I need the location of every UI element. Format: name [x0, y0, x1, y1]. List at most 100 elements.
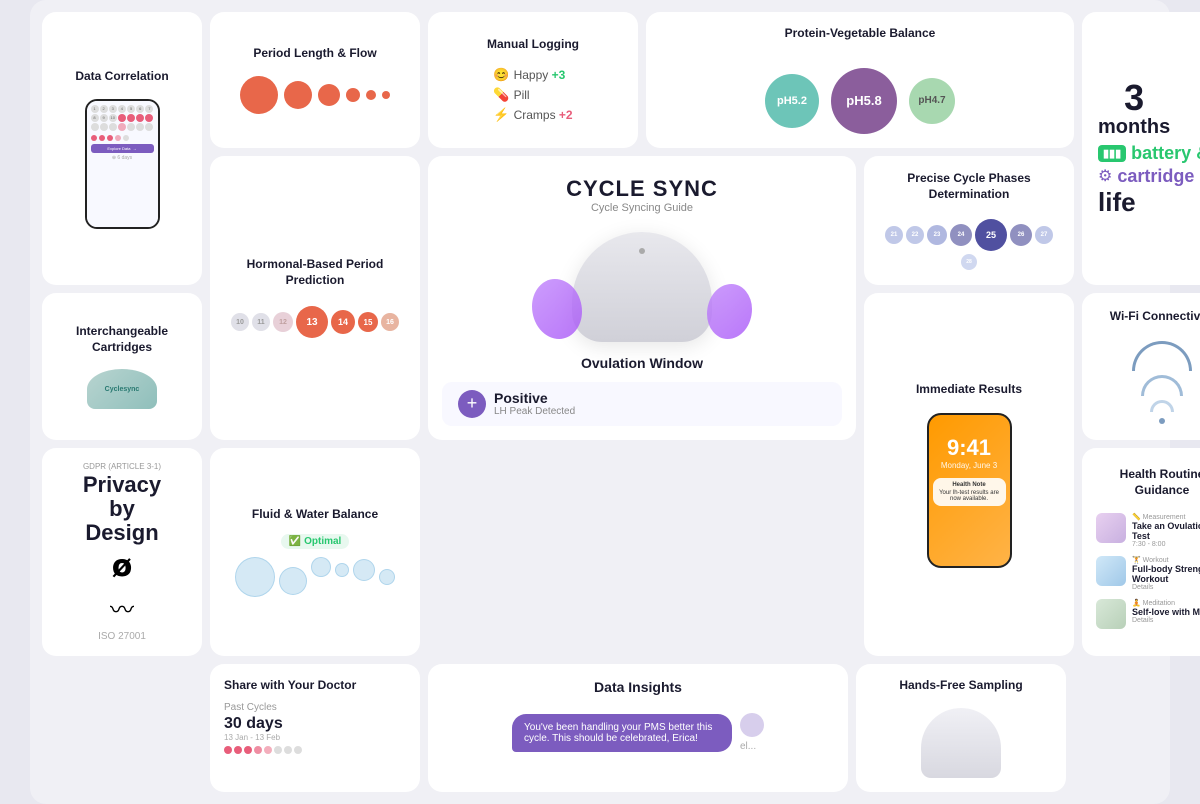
cycle-dot-16: 16 — [381, 313, 399, 331]
hands-free-title: Hands-Free Sampling — [899, 678, 1022, 694]
wifi-arcs — [1132, 341, 1192, 424]
flow-circles — [240, 76, 390, 114]
cycle-dot-10: 10 — [231, 313, 249, 331]
card-fluid: Fluid & Water Balance ✅ Optimal — [210, 448, 420, 657]
wifi-dot — [1159, 418, 1165, 424]
phase-dot-28: 28 — [961, 254, 977, 270]
insights-content: You've been handling your PMS better thi… — [442, 713, 834, 752]
ovulation-peak: LH Peak Detected — [494, 406, 575, 417]
device-shape — [572, 232, 712, 342]
log-cramps: ⚡ Cramps +2 — [493, 107, 572, 123]
flow-circle-1 — [240, 76, 278, 114]
card-data-insights: Data Insights You've been handling your … — [428, 664, 848, 792]
logging-items: 😊 Happy +3 💊 Pill ⚡ Cramps +2 — [493, 67, 572, 123]
period-flow-title: Period Length & Flow — [253, 46, 376, 62]
device-container — [542, 224, 742, 344]
phase-dots: 21 22 23 24 25 26 27 28 — [878, 219, 1060, 270]
phase-dot-26: 26 — [1010, 224, 1032, 246]
cartridge-image: Cyclesync — [87, 369, 157, 409]
cartridge-icon: ⚙ — [1098, 166, 1112, 186]
wifi-arc-1 — [1132, 341, 1192, 371]
blob-right — [707, 284, 752, 339]
card-wifi: Wi-Fi Connectivity — [1082, 293, 1200, 439]
plus-icon: + — [458, 390, 486, 418]
cartridge-row: ⚙ cartridge — [1098, 166, 1194, 187]
routine-items: 📏 Measurement Take an Ovulation Test 7:3… — [1096, 513, 1200, 637]
life-label: life — [1098, 187, 1136, 218]
insights-title: Data Insights — [594, 678, 682, 696]
ovulation-title: Ovulation Window — [442, 354, 842, 372]
explore-data-btn[interactable]: Explore Data → — [91, 144, 154, 153]
card-cycle-sync: CYCLE SYNC Cycle Syncing Guide Ovulation… — [428, 156, 856, 440]
phone-date: Monday, June 3 — [929, 461, 1010, 470]
check-icon: ✅ — [289, 536, 301, 547]
ovulation-positive: + Positive LH Peak Detected — [442, 382, 842, 426]
protein-veg-title: Protein-Vegetable Balance — [785, 26, 936, 42]
card-cartridges: Interchangeable Cartridges Cyclesync — [42, 293, 202, 439]
phone-screen: 1 2 3 4 5 6 7 8 9 10 — [87, 101, 158, 227]
bubble-6 — [379, 569, 395, 585]
data-correlation-title: Data Correlation — [75, 69, 168, 85]
months-number: 3 months — [1098, 80, 1170, 139]
ovulation-details: Positive LH Peak Detected — [494, 390, 575, 417]
routine-thumb-3 — [1096, 599, 1126, 629]
flow-circle-3 — [318, 84, 340, 106]
card-immediate: Immediate Results 9:41 Monday, June 3 He… — [864, 293, 1074, 656]
manual-logging-title: Manual Logging — [487, 37, 579, 53]
card-hormonal: Hormonal-Based Period Prediction 10 11 1… — [210, 156, 420, 440]
cycle-dot-12: 12 — [273, 312, 293, 332]
card-share-doctor: Share with Your Doctor Past Cycles 30 da… — [210, 664, 420, 792]
ovulation-status: Positive — [494, 390, 575, 406]
routine-thumb-2 — [1096, 556, 1126, 586]
optimal-badge: ✅ Optimal — [281, 534, 350, 549]
phase-dot-22: 22 — [906, 226, 924, 244]
card-period-flow: Period Length & Flow — [210, 12, 420, 148]
routine-thumb-1 — [1096, 513, 1126, 543]
phone-mockup: 1 2 3 4 5 6 7 8 9 10 — [85, 99, 160, 229]
bubble-1 — [235, 557, 275, 597]
share-content: Past Cycles 30 days 13 Jan - 13 Feb — [224, 702, 406, 754]
card-manual-logging: Manual Logging 😊 Happy +3 💊 Pill ⚡ Cramp… — [428, 12, 638, 148]
calendar: 1 2 3 4 5 6 7 8 9 10 — [91, 105, 154, 131]
cycle-sync-title: CYCLE SYNC — [566, 176, 718, 202]
log-happy: 😊 Happy +3 — [493, 67, 572, 83]
optimal-label: Optimal — [304, 536, 341, 547]
share-bar — [224, 746, 406, 754]
battery-icon: ▮▮▮ — [1098, 145, 1126, 162]
device-dot — [639, 248, 645, 254]
immediate-title: Immediate Results — [916, 382, 1022, 398]
bubble-4 — [335, 563, 349, 577]
insights-message: You've been handling your PMS better thi… — [512, 714, 732, 752]
ph-circle-3: pH4.7 — [909, 78, 955, 124]
cycle-dot-11: 11 — [252, 313, 270, 331]
phase-dot-24: 24 — [950, 224, 972, 246]
phase-dot-25: 25 — [975, 219, 1007, 251]
main-grid: Data Correlation 1 2 3 4 5 6 7 8 9 10 — [30, 0, 1170, 804]
card-precise: Precise Cycle Phases Determination 21 22… — [864, 156, 1074, 286]
phone-mockup-2: 9:41 Monday, June 3 Health Note Your lh-… — [927, 413, 1012, 568]
wifi-title: Wi-Fi Connectivity — [1110, 309, 1200, 325]
wifi-arc-3 — [1150, 400, 1174, 412]
iso-label: ISO 27001 — [98, 631, 146, 642]
cycle-dot-15: 15 — [358, 312, 378, 332]
eye-lashes-icon: 〰 — [110, 590, 134, 625]
cycle-dot-13: 13 — [296, 306, 328, 338]
bubbles-area — [235, 557, 395, 597]
phone-time: 9:41 — [929, 415, 1010, 461]
cycle-timeline: 10 11 12 13 14 15 16 — [231, 306, 399, 338]
flow-circle-4 — [346, 88, 360, 102]
calendar-dots — [91, 135, 154, 141]
battery-row: ▮▮▮ battery & — [1098, 143, 1200, 164]
gdpr-label: GDPR (ARTICLE 3-1) — [83, 462, 161, 471]
ph-circles: pH5.2 pH5.8 pH4.7 — [765, 68, 955, 134]
card-health-routine: Health Routine Guidance 📏 Measurement Ta… — [1082, 448, 1200, 657]
bubble-3 — [311, 557, 331, 577]
card-hands-free: Hands-Free Sampling — [856, 664, 1066, 792]
health-routine-title: Health Routine Guidance — [1096, 467, 1200, 498]
hormonal-title: Hormonal-Based Period Prediction — [224, 257, 406, 288]
cartridges-title: Interchangeable Cartridges — [56, 324, 188, 355]
wifi-arc-2 — [1141, 375, 1183, 396]
routine-item-3: 🧘 Meditation Self-love with Mal Details — [1096, 599, 1200, 629]
precise-title: Precise Cycle Phases Determination — [878, 171, 1060, 202]
cycle-sync-subtitle: Cycle Syncing Guide — [591, 202, 693, 214]
